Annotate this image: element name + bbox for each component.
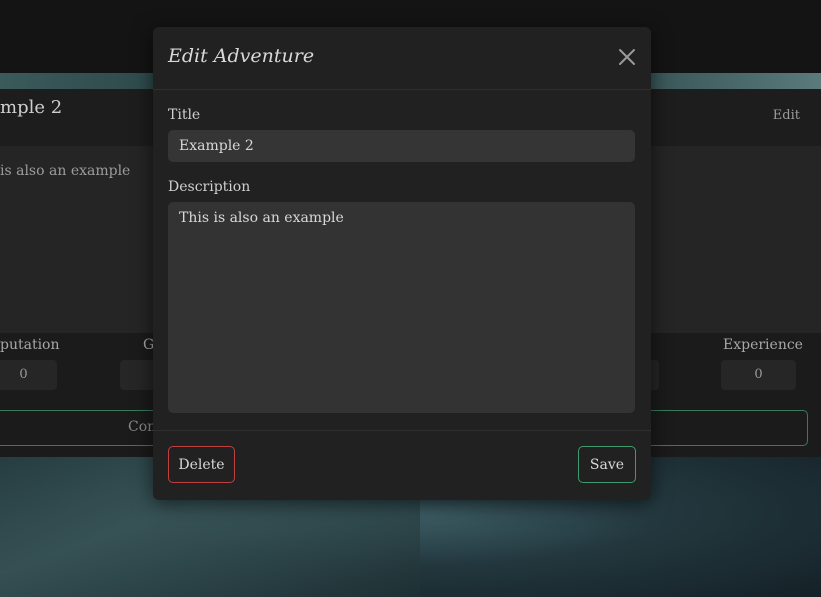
close-button[interactable]	[617, 47, 637, 67]
description-textarea[interactable]: This is also an example	[168, 202, 635, 413]
modal-header: Edit Adventure	[153, 27, 651, 90]
modal-title: Edit Adventure	[168, 45, 315, 67]
title-input[interactable]	[168, 130, 635, 162]
modal-footer: Delete Save	[153, 430, 651, 500]
save-button[interactable]: Save	[578, 446, 636, 483]
delete-button[interactable]: Delete	[168, 446, 235, 483]
edit-adventure-modal: Edit Adventure Title Description This is…	[153, 27, 651, 500]
title-field-label: Title	[168, 107, 201, 123]
description-field-label: Description	[168, 179, 251, 195]
close-icon	[619, 49, 635, 65]
